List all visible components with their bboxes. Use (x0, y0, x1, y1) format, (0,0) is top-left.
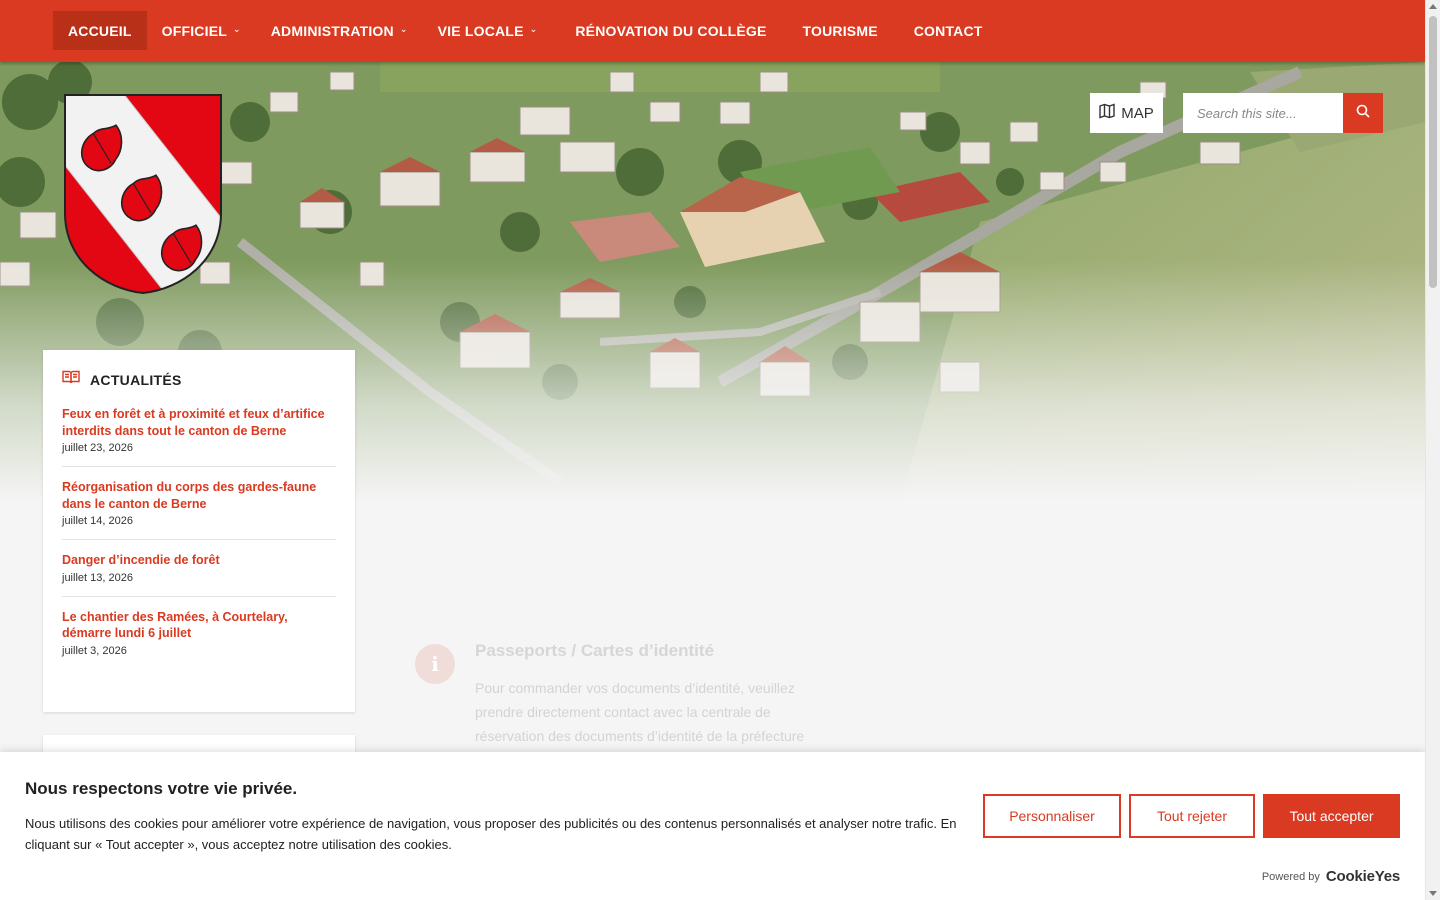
cookie-title: Nous respectons votre vie privée. (25, 779, 298, 798)
faded-section-body: Pour commander vos documents d’identité,… (475, 680, 805, 744)
cookie-text: Nous utilisons des cookies pour améliore… (25, 816, 957, 852)
nav-item-label: CONTACT (913, 22, 983, 39)
chevron-down-icon: ⌄ (399, 24, 408, 34)
nav-item-accueil[interactable]: ACCUEIL (53, 11, 147, 50)
news-item-link[interactable]: Le chantier des Ramées, à Courtelary, dé… (62, 609, 336, 642)
nav-item-label: ADMINISTRATION (270, 22, 394, 39)
news-item-date: juillet 13, 2026 (62, 571, 133, 584)
nav-item-label: RÉNOVATION DU COLLÈGE (575, 22, 767, 39)
scrollbar-thumb[interactable] (1429, 16, 1437, 288)
news-widget: ACTUALITÉS Feux en forêt et à proximité … (43, 350, 355, 712)
nav-item-contact[interactable]: CONTACT (899, 11, 998, 50)
chevron-down-icon: ⌄ (529, 24, 538, 34)
page-scrollbar[interactable] (1425, 0, 1440, 900)
cookieyes-logo[interactable]: CookieYes (1326, 868, 1400, 885)
nav-item-administration[interactable]: ADMINISTRATION ⌄ (256, 11, 423, 50)
info-icon: i (415, 644, 455, 684)
nav-item-label: TOURISME (802, 22, 878, 39)
nav-item-label: OFFICIEL (161, 22, 227, 39)
news-item: Le chantier des Ramées, à Courtelary, dé… (62, 609, 336, 669)
news-item: Danger d’incendie de forêt juillet 13, 2… (62, 552, 336, 597)
powered-by: Powered by CookieYes (1262, 868, 1400, 885)
top-nav-bar: ACCUEIL OFFICIEL ⌄ ADMINISTRATION ⌄ VIE LO… (0, 0, 1425, 62)
scroll-down-arrow-icon[interactable] (1429, 891, 1437, 896)
news-title: ACTUALITÉS (90, 371, 182, 388)
news-item-link[interactable]: Danger d’incendie de forêt (62, 552, 336, 569)
chevron-down-icon: ⌄ (233, 24, 241, 34)
cookie-consent-banner: Nous respectons votre vie privée. Nous u… (0, 752, 1425, 900)
news-item-date: juillet 14, 2026 (62, 515, 133, 527)
search-button[interactable] (1343, 93, 1383, 133)
faded-section-title: Passeports / Cartes d’identité (475, 641, 715, 660)
news-header: ACTUALITÉS (62, 370, 336, 389)
customize-button[interactable]: Personnaliser (983, 794, 1121, 838)
nav-item-tourisme[interactable]: TOURISME (788, 11, 893, 50)
nav-item-label: ACCUEIL (68, 22, 132, 39)
news-item-link[interactable]: Réorganisation du corps des gardes-faune… (62, 479, 336, 512)
nav-item-officiel[interactable]: OFFICIEL ⌄ (147, 11, 256, 50)
search-icon (1356, 104, 1370, 123)
reject-all-button[interactable]: Tout rejeter (1129, 794, 1255, 838)
coat-of-arms-icon (64, 94, 222, 295)
coat-of-arms-logo[interactable] (63, 93, 223, 295)
map-icon (1099, 103, 1115, 123)
nav-item-label: VIE LOCALE (437, 22, 524, 39)
nav-item-renovation[interactable]: RÉNOVATION DU COLLÈGE (560, 11, 781, 50)
news-item: Feux en forêt et à proximité et feux d’a… (62, 406, 336, 467)
site-search (1183, 93, 1383, 133)
news-item-date: juillet 3, 2026 (62, 644, 127, 657)
map-label: MAP (1121, 104, 1154, 122)
search-input[interactable] (1183, 93, 1343, 133)
scroll-up-arrow-icon[interactable] (1429, 4, 1437, 9)
news-item-date: juillet 23, 2026 (62, 442, 133, 454)
news-item-link[interactable]: Feux en forêt et à proximité et feux d’a… (62, 406, 336, 439)
news-item: Réorganisation du corps des gardes-faune… (62, 479, 336, 540)
powered-by-label: Powered by (1261, 870, 1320, 883)
main-nav: ACCUEIL OFFICIEL ⌄ ADMINISTRATION ⌄ VIE LO… (53, 11, 998, 50)
map-button[interactable]: MAP (1090, 93, 1163, 133)
accept-all-button[interactable]: Tout accepter (1263, 794, 1400, 838)
nav-item-vie-locale[interactable]: VIE LOCALE ⌄ (423, 11, 553, 50)
book-icon (62, 370, 80, 389)
